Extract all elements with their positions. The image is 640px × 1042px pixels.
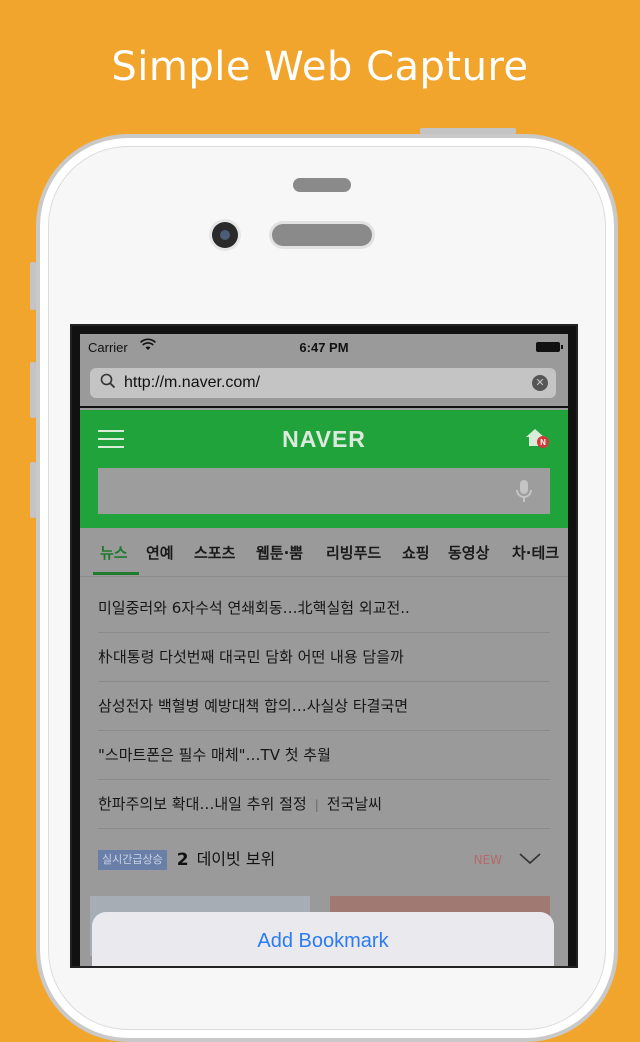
trending-rank: 2 — [176, 849, 189, 870]
tab-car-tech[interactable]: 차·테크 — [512, 542, 559, 563]
tab-news[interactable]: 뉴스 — [100, 542, 128, 563]
trending-keyword: 데이빗 보위 — [196, 849, 276, 869]
tab-sports[interactable]: 스포츠 — [194, 542, 235, 563]
news-headline: 朴대통령 다섯번째 대국민 담화 어떤 내용 담을까 — [98, 648, 404, 666]
naver-search-input[interactable] — [98, 468, 550, 514]
news-headline: 미일중러와 6자수석 연쇄회동…北핵실험 외교전.. — [98, 599, 410, 617]
headline: Simple Web Capture — [111, 44, 529, 90]
news-headline: "스마트폰은 필수 매체"…TV 첫 추월 — [98, 746, 331, 764]
phone-screen: Carrier 6:47 PM http://m.naver.com/ ✕ NA… — [70, 324, 578, 968]
naver-logo[interactable]: NAVER — [80, 426, 568, 453]
separator: | — [314, 798, 319, 812]
microphone-icon[interactable] — [514, 478, 534, 510]
mute-switch — [30, 262, 36, 310]
news-item[interactable]: 삼성전자 백혈병 예방대책 합의…사실상 타결국면 — [98, 682, 550, 731]
url-field[interactable]: http://m.naver.com/ ✕ — [90, 368, 556, 398]
web-content: NAVER N 뉴스 연예 스포츠 웹툰·뿜 리빙푸드 쇼핑 동영상 차·테크 … — [80, 408, 568, 966]
volume-down-button — [30, 462, 36, 518]
add-bookmark-button[interactable]: Add Bookmark — [92, 930, 554, 953]
home-badge-text: N — [540, 438, 546, 447]
news-item[interactable]: 朴대통령 다섯번째 대국민 담화 어떤 내용 담을까 — [98, 633, 550, 682]
search-icon — [100, 373, 116, 393]
news-headline: 삼성전자 백혈병 예방대책 합의…사실상 타결국면 — [98, 697, 409, 715]
power-button — [420, 128, 516, 134]
new-label: NEW — [473, 853, 502, 867]
naver-header: NAVER N — [80, 410, 568, 528]
tab-video[interactable]: 동영상 — [448, 542, 489, 563]
tab-webtoon[interactable]: 웹툰·뿜 — [256, 542, 303, 563]
url-text: http://m.naver.com/ — [124, 374, 261, 391]
tab-shopping[interactable]: 쇼핑 — [402, 542, 430, 563]
active-tab-indicator — [93, 572, 139, 575]
home-icon[interactable]: N — [524, 426, 549, 448]
clock: 6:47 PM — [299, 340, 349, 355]
earpiece — [293, 178, 351, 192]
news-item[interactable]: "스마트폰은 필수 매체"…TV 첫 추월 — [98, 731, 550, 780]
status-bar: Carrier 6:47 PM — [80, 334, 568, 360]
trending-badge: 실시간급상승 — [98, 849, 167, 870]
news-headline: 한파주의보 확대…내일 추위 절정 — [98, 795, 307, 813]
clear-icon[interactable]: ✕ — [532, 375, 548, 391]
browser-toolbar: http://m.naver.com/ ✕ — [80, 360, 568, 406]
tab-living-food[interactable]: 리빙푸드 — [326, 542, 381, 563]
speaker-grille — [272, 224, 372, 246]
news-item[interactable]: 미일중러와 6자수석 연쇄회동…北핵실험 외교전.. — [98, 584, 550, 633]
volume-up-button — [30, 362, 36, 418]
news-item[interactable]: 한파주의보 확대…내일 추위 절정 | 전국날씨 — [98, 780, 550, 829]
category-tabs: 뉴스 연예 스포츠 웹툰·뿜 리빙푸드 쇼핑 동영상 차·테크 — [80, 528, 568, 577]
battery-icon — [536, 342, 563, 352]
front-camera — [212, 222, 238, 248]
trending-row[interactable]: 실시간급상승 2 데이빗 보위 NEW — [98, 836, 550, 882]
tab-entertainment[interactable]: 연예 — [146, 542, 174, 563]
weather-link[interactable]: 전국날씨 — [327, 795, 382, 813]
